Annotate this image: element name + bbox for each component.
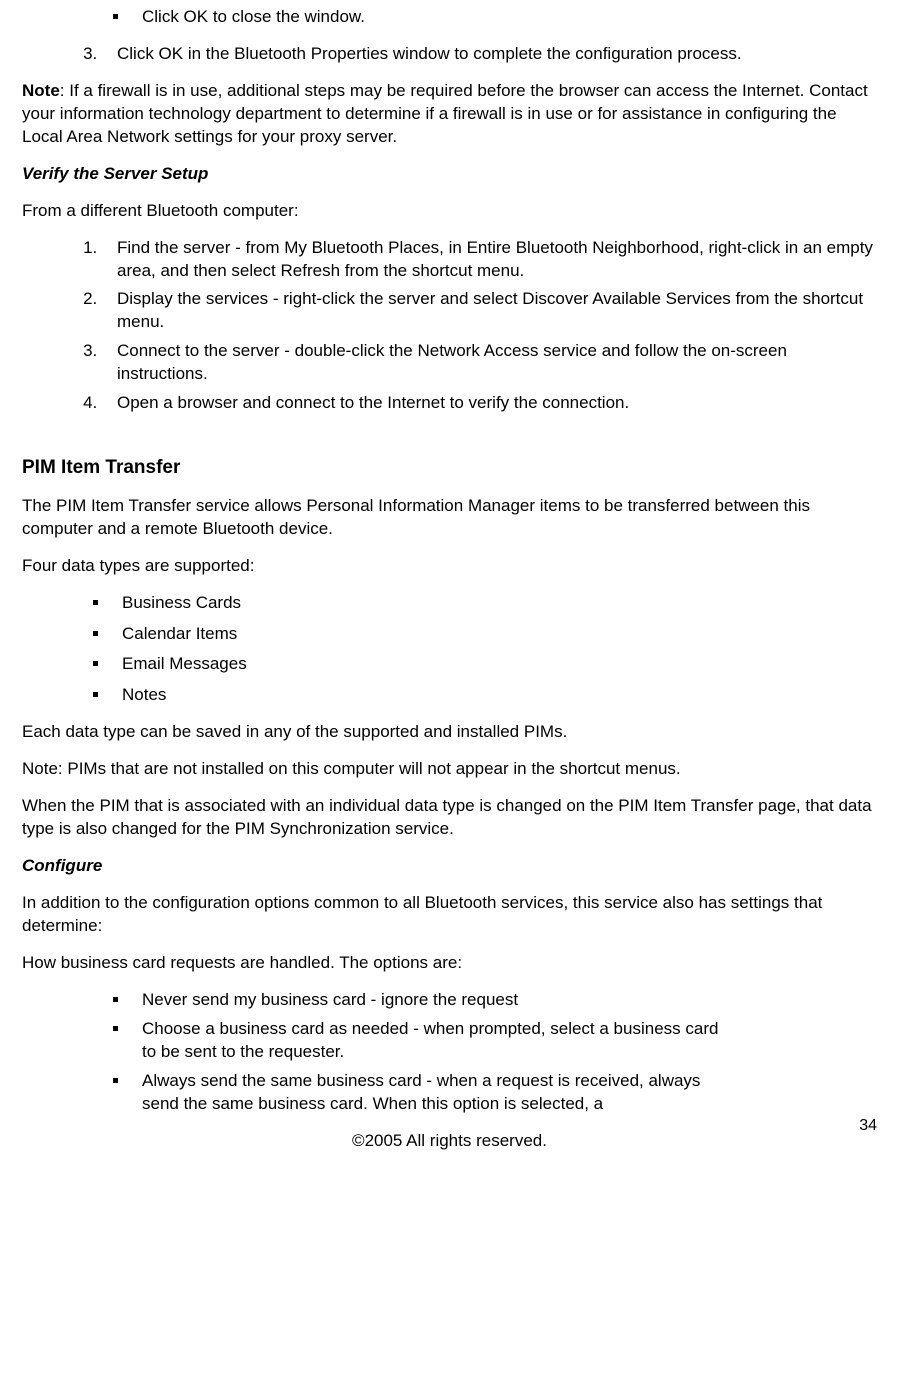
footer-text: ©2005 All rights reserved. bbox=[352, 1131, 547, 1150]
pim-data-types-list: Business Cards Calendar Items Email Mess… bbox=[22, 592, 877, 708]
list-item: Display the services - right-click the s… bbox=[102, 288, 877, 334]
pim-intro: The PIM Item Transfer service allows Per… bbox=[22, 495, 877, 541]
note-text: : If a firewall is in use, additional st… bbox=[22, 81, 868, 146]
list-item: Connect to the server - double-click the… bbox=[102, 340, 877, 386]
pim-heading: PIM Item Transfer bbox=[22, 455, 877, 481]
pim-data-intro: Four data types are supported: bbox=[22, 555, 877, 578]
bc-options-list: Never send my business card - ignore the… bbox=[22, 989, 877, 1116]
bc-intro: How business card requests are handled. … bbox=[22, 952, 877, 975]
list-item: Find the server - from My Bluetooth Plac… bbox=[102, 237, 877, 283]
list-item: Click OK in the Bluetooth Properties win… bbox=[102, 43, 877, 66]
list-item: Business Cards bbox=[110, 592, 877, 615]
verify-intro: From a different Bluetooth computer: bbox=[22, 200, 877, 223]
pim-para3: When the PIM that is associated with an … bbox=[22, 795, 877, 841]
note-paragraph: Note: If a firewall is in use, additiona… bbox=[22, 80, 877, 149]
list-item: Calendar Items bbox=[110, 623, 877, 646]
verify-steps-list: Find the server - from My Bluetooth Plac… bbox=[22, 237, 877, 416]
list-item: Never send my business card - ignore the… bbox=[130, 989, 877, 1012]
verify-heading: Verify the Server Setup bbox=[22, 163, 877, 186]
configure-intro: In addition to the configuration options… bbox=[22, 892, 877, 938]
list-item: Click OK to close the window. bbox=[130, 6, 877, 29]
pim-para2: Note: PIMs that are not installed on thi… bbox=[22, 758, 877, 781]
page-number: 34 bbox=[859, 1115, 877, 1137]
list-item: Always send the same business card - whe… bbox=[130, 1070, 877, 1116]
list-item: Email Messages bbox=[110, 653, 877, 676]
pim-para1: Each data type can be saved in any of th… bbox=[22, 721, 877, 744]
list-item: Notes bbox=[110, 684, 877, 707]
list-item: Open a browser and connect to the Intern… bbox=[102, 392, 877, 415]
configure-heading: Configure bbox=[22, 855, 877, 878]
note-label: Note bbox=[22, 81, 60, 100]
list-item: Choose a business card as needed - when … bbox=[130, 1018, 877, 1064]
